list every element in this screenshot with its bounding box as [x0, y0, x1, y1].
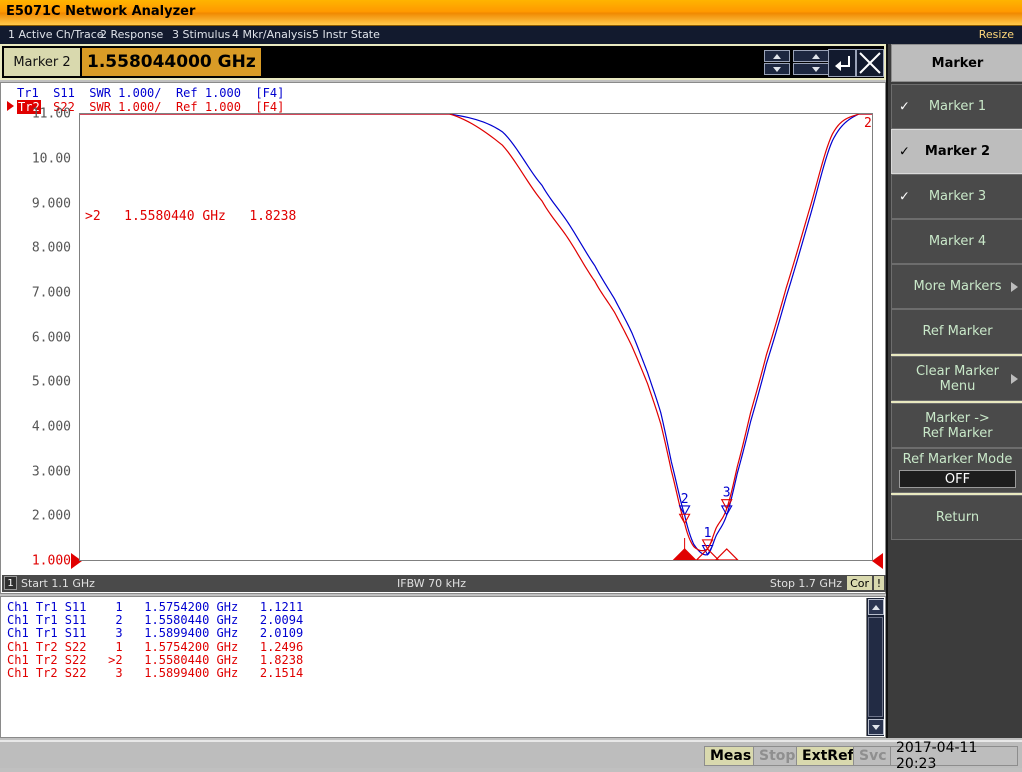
softkey-ref-marker[interactable]: Ref Marker: [891, 309, 1022, 354]
trace-line: [80, 114, 872, 551]
trace-line: [80, 114, 872, 555]
y-tick-10: 1.000: [32, 554, 71, 569]
marker-table: Ch1 Tr1 S11 1 1.5754200 GHz 1.1211 Ch1 T…: [0, 596, 886, 738]
checkmark-icon: ✓: [899, 189, 910, 204]
triangle-down-icon: [812, 67, 820, 72]
marker-table-scrollbar[interactable]: [866, 598, 884, 736]
softkey-label: Marker -> Ref Marker: [922, 411, 992, 441]
scrollbar-thumb[interactable]: [868, 617, 883, 717]
menu-item-response[interactable]: 2 Response: [100, 28, 163, 41]
softkey-label: More Markers: [913, 279, 1001, 294]
softkey-label: Marker 1: [929, 99, 986, 114]
softkey-marker-1[interactable]: ✓ Marker 1: [891, 84, 1022, 129]
scroll-up-button[interactable]: [868, 599, 884, 615]
x-axis-marker-pointer-icon[interactable]: [716, 549, 738, 560]
softkey-label: Marker 4: [929, 234, 986, 249]
uncal-warning-badge[interactable]: !: [874, 576, 884, 590]
marker-table-rows: Ch1 Tr1 S11 1 1.5754200 GHz 1.1211 Ch1 T…: [7, 601, 303, 680]
status-extref[interactable]: ExtRef: [796, 746, 860, 766]
trace-canvas: 1 2 3 2: [80, 114, 872, 560]
graph-panel: Tr1 S11 SWR 1.000/ Ref 1.000 [F4] S22 SW…: [0, 82, 886, 594]
channel-badge[interactable]: 1: [4, 576, 17, 590]
table-row: Ch1 Tr2 S22 1 1.5754200 GHz 1.2496: [7, 641, 303, 654]
marker-number-label: 1: [704, 526, 712, 541]
chevron-right-icon: [1011, 374, 1018, 384]
close-icon: [857, 50, 883, 76]
stop-frequency-label[interactable]: Stop 1.7 GHz: [770, 577, 842, 590]
ref-marker-mode-value[interactable]: OFF: [899, 470, 1016, 488]
softkey-label: Marker 3: [929, 189, 986, 204]
top-right-marker-label: 2: [864, 116, 872, 131]
softkey-return[interactable]: Return: [891, 495, 1022, 540]
status-svc[interactable]: Svc: [853, 746, 893, 766]
y-tick-6: 5.000: [32, 375, 71, 390]
stepper-down-small-button[interactable]: [764, 63, 790, 75]
y-tick-7: 4.000: [32, 420, 71, 435]
entry-label: Marker 2: [4, 48, 80, 76]
start-frequency-label[interactable]: Start 1.1 GHz: [21, 577, 95, 590]
active-entry-bar: Marker 2 1.558044000 GHz: [0, 44, 886, 80]
stepper-up-small-button[interactable]: [764, 50, 790, 62]
softkey-menu-title: Marker: [891, 44, 1022, 82]
triangle-up-icon: [773, 54, 781, 59]
triangle-down-icon: [773, 67, 781, 72]
enter-key-icon: [829, 50, 855, 76]
menu-item-stimulus[interactable]: 3 Stimulus: [172, 28, 230, 41]
status-meas[interactable]: Meas: [704, 746, 757, 766]
ifbw-label[interactable]: IFBW 70 kHz: [397, 577, 466, 590]
marker-readout: >2 1.5580440 GHz 1.8238: [85, 209, 296, 224]
correction-badge[interactable]: Cor: [847, 576, 872, 590]
marker-number-label: 3: [723, 486, 731, 501]
resize-button[interactable]: Resize: [979, 28, 1014, 41]
triangle-up-icon: [812, 54, 820, 59]
y-tick-8: 3.000: [32, 465, 71, 480]
menu-item-active-ch-trace[interactable]: 1 Active Ch/Trace: [8, 28, 104, 41]
entry-value-input[interactable]: 1.558044000 GHz: [82, 48, 261, 76]
y-tick-0: 11.00: [32, 107, 71, 122]
entry-stepper-small[interactable]: [764, 50, 790, 76]
y-axis: 11.00 10.00 9.000 8.000 7.000 6.000 5.00…: [1, 83, 77, 593]
softkey-marker-3[interactable]: ✓ Marker 3: [891, 174, 1022, 219]
title-bar: E5071C Network Analyzer: [0, 0, 1022, 26]
marker-number-label: 2: [681, 492, 689, 507]
app-title: E5071C Network Analyzer: [6, 4, 195, 19]
graph-status-bar: 1 Start 1.1 GHz IFBW 70 kHz Stop 1.7 GHz…: [2, 575, 886, 592]
softkey-label: Marker 2: [925, 144, 990, 159]
bottom-status-bar: Meas Stop ExtRef Svc 2017-04-11 20:23: [0, 740, 1022, 768]
menu-bar: 1 Active Ch/Trace 2 Response 3 Stimulus …: [0, 26, 1022, 44]
y-tick-3: 8.000: [32, 241, 71, 256]
chevron-right-icon: [1011, 282, 1018, 292]
y-tick-1: 10.00: [32, 152, 71, 167]
softkey-marker-4[interactable]: Marker 4: [891, 219, 1022, 264]
softkey-clear-marker-menu[interactable]: Clear Marker Menu: [891, 356, 1022, 401]
table-row: Ch1 Tr1 S11 3 1.5899400 GHz 2.0109: [7, 627, 303, 640]
y-tick-9: 2.000: [32, 509, 71, 524]
checkmark-icon: ✓: [899, 99, 910, 114]
triangle-down-icon: [872, 725, 880, 730]
checkmark-icon: ✓: [899, 144, 910, 159]
softkey-label: Ref Marker: [922, 324, 992, 339]
softkey-label: Ref Marker Mode: [892, 452, 1022, 467]
table-row: Ch1 Tr2 S22 3 1.5899400 GHz 2.1514: [7, 667, 303, 680]
y-tick-4: 7.000: [32, 286, 71, 301]
enter-key-button[interactable]: [828, 49, 856, 77]
menu-item-instr-state[interactable]: 5 Instr State: [312, 28, 380, 41]
plot-area[interactable]: 1 2 3 2: [79, 113, 873, 561]
softkey-label: Return: [936, 510, 979, 525]
y-tick-2: 9.000: [32, 197, 71, 212]
scroll-down-button[interactable]: [868, 719, 884, 735]
triangle-up-icon: [872, 605, 880, 610]
entry-close-button[interactable]: [856, 49, 884, 77]
status-clock: 2017-04-11 20:23: [890, 746, 1018, 766]
y-tick-5: 6.000: [32, 331, 71, 346]
softkey-ref-marker-mode[interactable]: Ref Marker Mode OFF: [891, 448, 1022, 493]
menu-item-mkr-analysis[interactable]: 4 Mkr/Analysis: [232, 28, 312, 41]
softkey-label: Clear Marker Menu: [916, 364, 999, 394]
softkey-menu: Marker ✓ Marker 1 ✓ Marker 2 ✓ Marker 3 …: [886, 44, 1022, 738]
softkey-more-markers[interactable]: More Markers: [891, 264, 1022, 309]
reference-marker-right-icon: [872, 553, 883, 569]
softkey-marker-to-ref-marker[interactable]: Marker -> Ref Marker: [891, 403, 1022, 448]
softkey-marker-2[interactable]: ✓ Marker 2: [891, 129, 1022, 174]
status-stop[interactable]: Stop: [753, 746, 801, 766]
